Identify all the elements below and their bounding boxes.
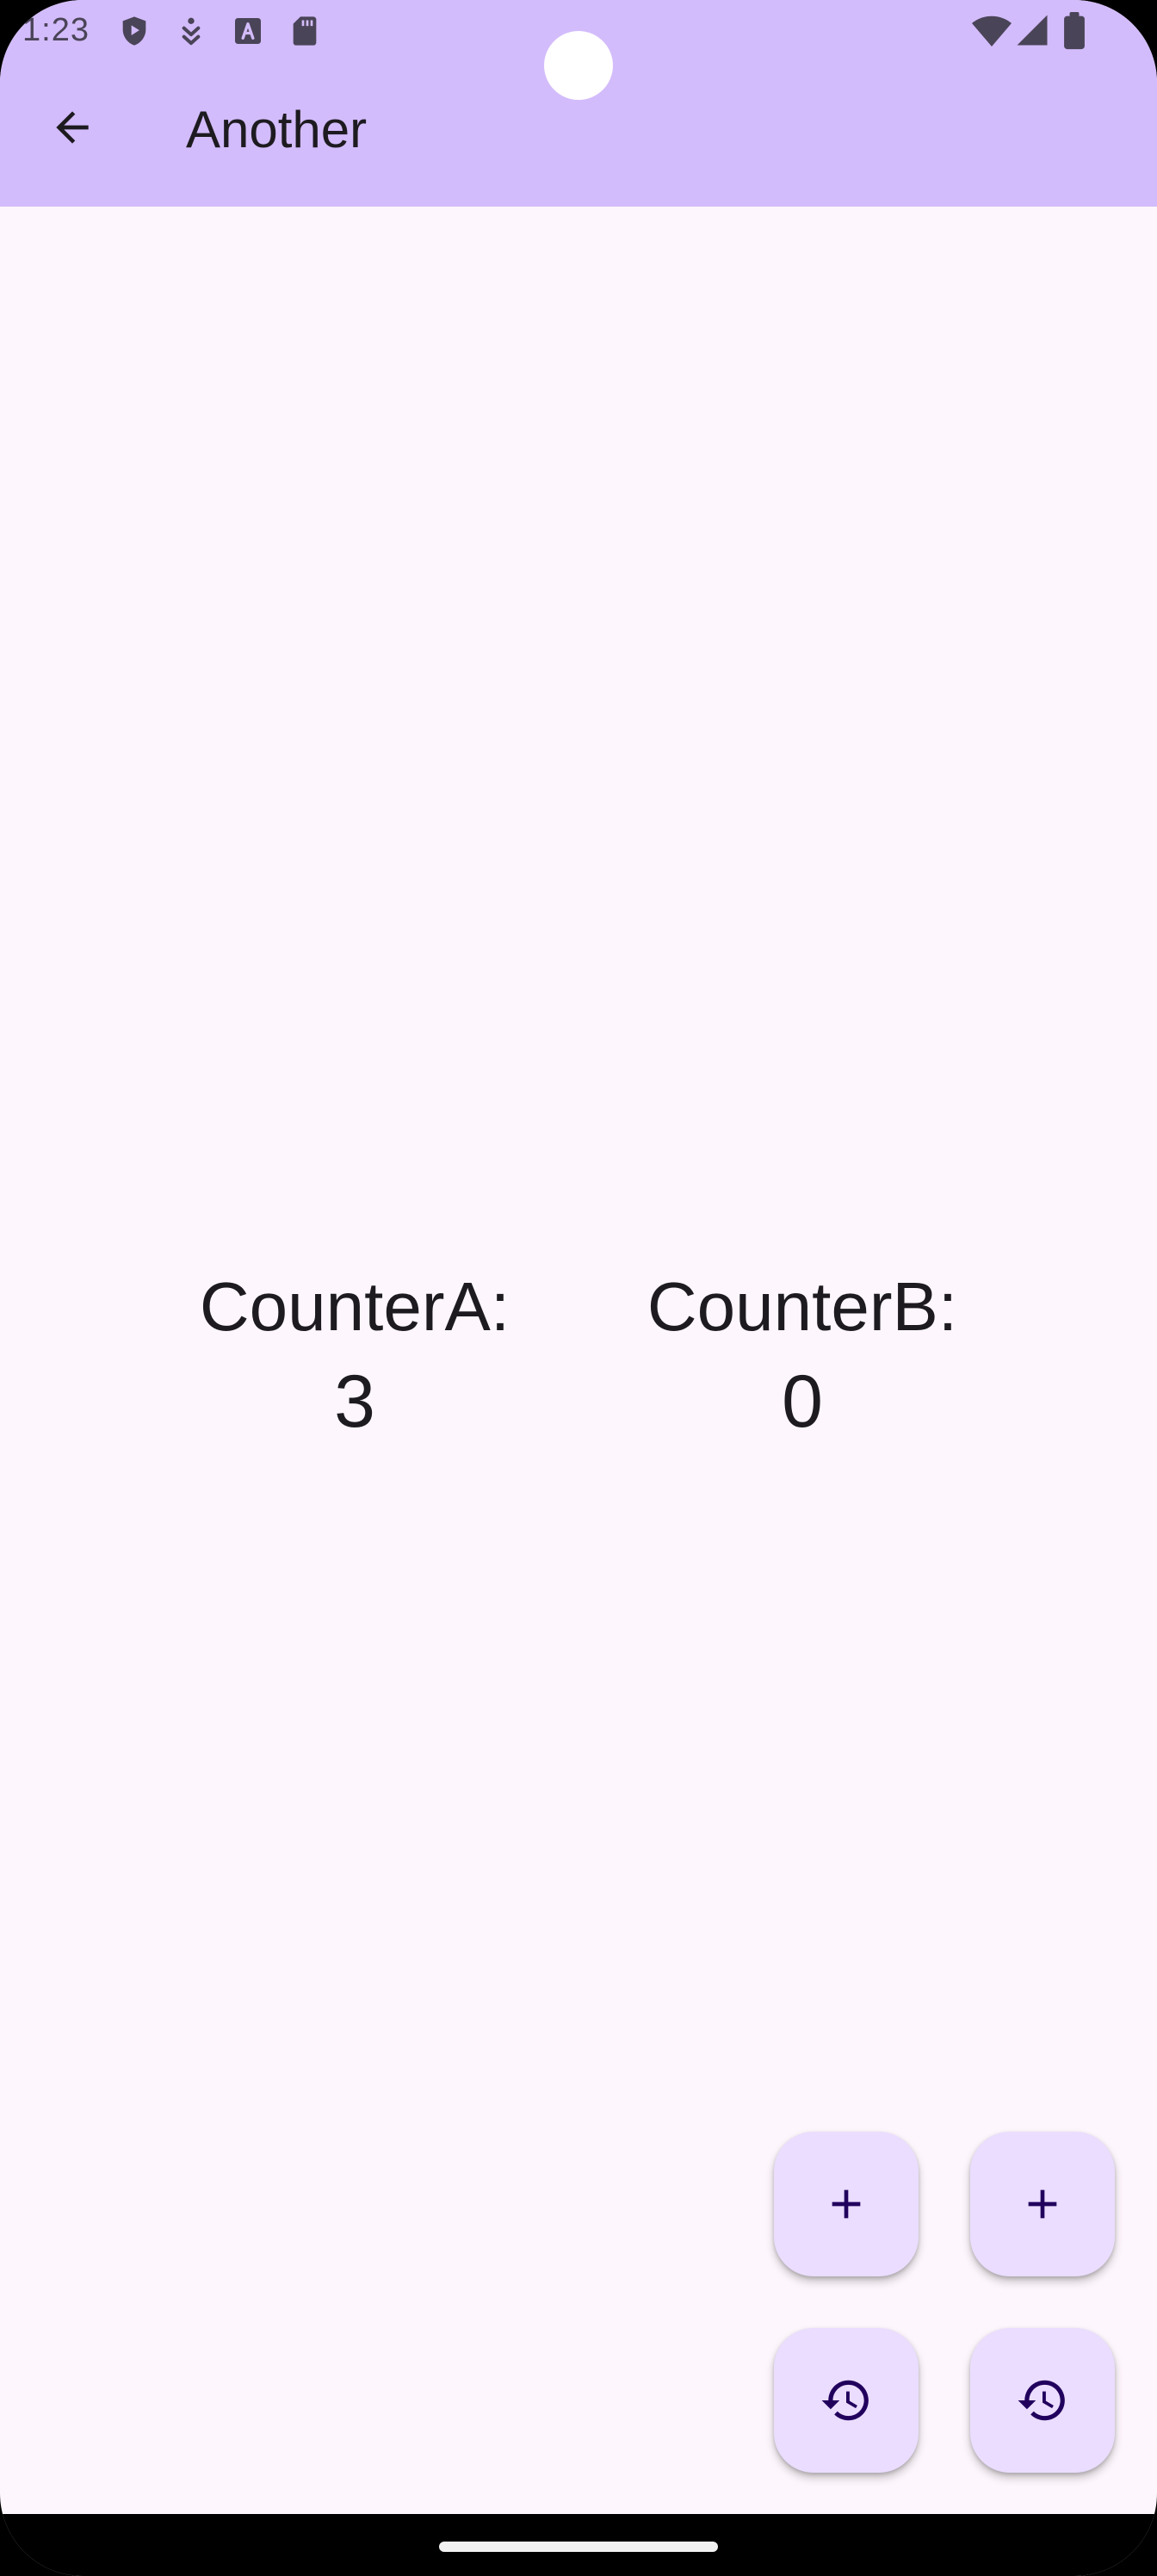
home-indicator[interactable] xyxy=(439,2542,718,2552)
app-bar: Another xyxy=(0,69,1157,207)
counter-b: CounterB: 0 xyxy=(604,1264,1000,1453)
counter-b-label: CounterB: xyxy=(647,1268,958,1345)
reset-counter-b-button[interactable] xyxy=(970,2328,1115,2473)
navigation-bar xyxy=(0,2514,1157,2576)
top-bar: 1:23 Another xyxy=(0,0,1157,207)
arrow-back-icon xyxy=(56,111,89,144)
counter-a-label: CounterA: xyxy=(199,1268,510,1345)
accessibility-icon xyxy=(182,17,201,46)
phone-screen: 1:23 Another CounterA: 3 CounterB: 0 xyxy=(0,0,1157,2576)
add-icon xyxy=(832,2189,861,2219)
history-icon xyxy=(1018,2380,1065,2421)
back-button[interactable] xyxy=(31,86,114,169)
play-protect-icon xyxy=(122,16,146,46)
increment-counter-a-button[interactable] xyxy=(774,2132,919,2276)
reset-counter-a-button[interactable] xyxy=(774,2328,919,2473)
status-time: 1:23 xyxy=(22,12,90,48)
cell-signal-icon xyxy=(1017,15,1048,46)
battery-icon xyxy=(1064,12,1085,50)
wifi-icon xyxy=(972,15,1012,46)
counter-a-value: 3 xyxy=(334,1360,375,1443)
status-bar: 1:23 xyxy=(0,0,1157,100)
sd-card-icon xyxy=(293,16,317,46)
keyboard-a-icon xyxy=(235,18,261,44)
add-icon xyxy=(1028,2189,1057,2219)
counter-b-value: 0 xyxy=(782,1360,823,1443)
page-title: Another xyxy=(186,101,368,158)
increment-counter-b-button[interactable] xyxy=(970,2132,1115,2276)
history-icon xyxy=(821,2380,869,2421)
counter-a: CounterA: 3 xyxy=(157,1264,553,1453)
